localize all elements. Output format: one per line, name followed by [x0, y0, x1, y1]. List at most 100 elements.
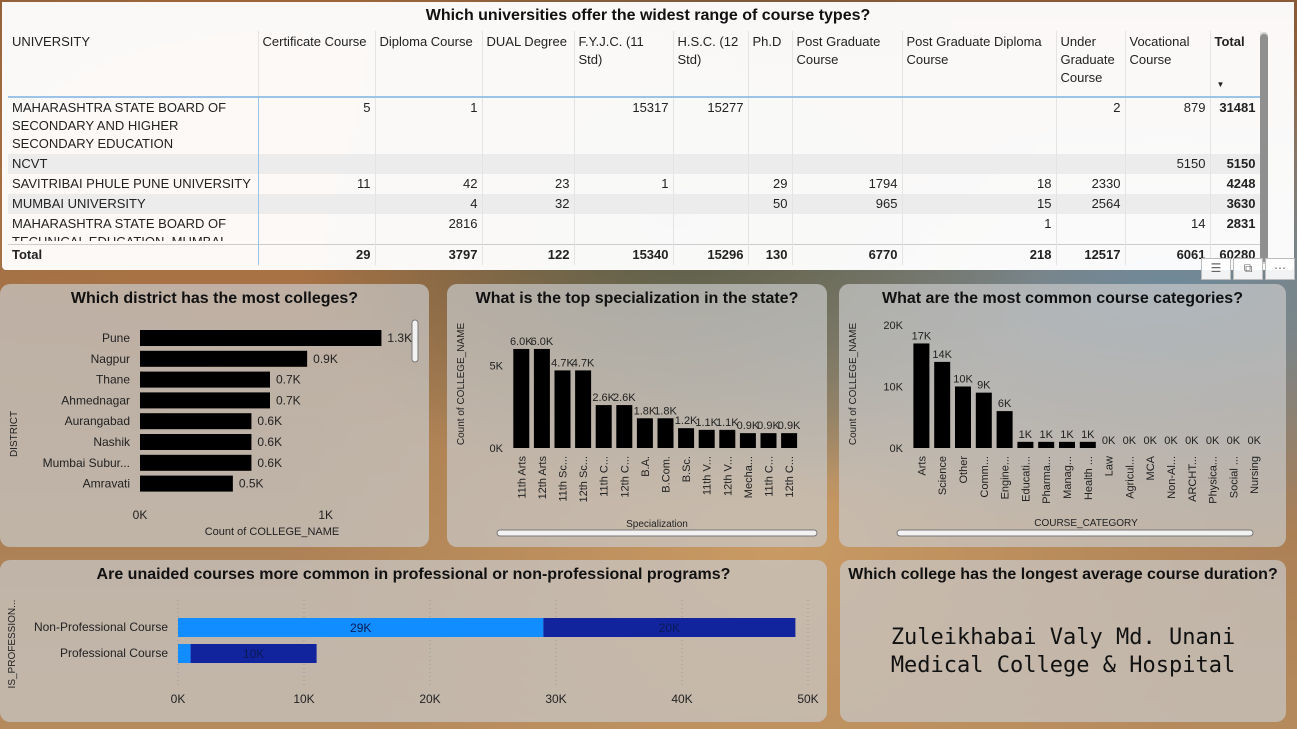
bar[interactable] — [739, 433, 756, 448]
district-chart-title: Which district has the most colleges? — [70, 290, 359, 307]
column-header[interactable]: Diploma Course — [375, 31, 483, 98]
table-cell: 1794 — [792, 174, 903, 195]
chart-scrollbar[interactable] — [896, 529, 1254, 537]
total-cell: 6770 — [792, 243, 903, 265]
bar[interactable] — [140, 392, 270, 409]
table-cell: 32 — [482, 194, 575, 215]
table-row[interactable]: SAVITRIBAI PHULE PUNE UNIVERSITY 11 42 2… — [8, 174, 1261, 195]
category-label: Agricul... — [1124, 456, 1136, 499]
chart-scrollbar[interactable] — [411, 319, 419, 363]
duration-card-title: Which college has the longest average co… — [848, 566, 1278, 583]
table-row[interactable]: NCVT 5150 5150 — [8, 154, 1261, 175]
category-label: 12th Sc... — [578, 456, 590, 502]
column-header[interactable]: H.S.C. (12 Std) — [673, 31, 749, 98]
university-cell: MAHARASHTRA STATE BOARD OF TECHNICAL EDU… — [8, 214, 259, 245]
focus-mode-icon[interactable]: ⧉ — [1233, 258, 1263, 280]
column-header[interactable]: Post Graduate Diploma Course — [902, 31, 1057, 98]
category-label: Mumbai Subur... — [43, 456, 130, 470]
data-label: 0.7K — [276, 373, 301, 387]
column-header[interactable]: Post Graduate Course — [792, 31, 903, 98]
university-cell: SAVITRIBAI PHULE PUNE UNIVERSITY — [8, 174, 259, 195]
category-label: 11th C... — [599, 456, 611, 497]
column-header[interactable]: Certificate Course — [258, 31, 376, 98]
table-cell — [482, 214, 575, 245]
category-label: Health ... — [1083, 456, 1095, 500]
x-tick-label: 50K — [797, 692, 818, 706]
bar[interactable] — [657, 418, 674, 448]
column-header[interactable]: UNIVERSITY — [8, 31, 259, 98]
duration-card-panel: Which college has the longest average co… — [840, 560, 1286, 722]
table-row[interactable]: MAHARASHTRA STATE BOARD OF SECONDARY AND… — [8, 97, 1261, 155]
bar[interactable] — [913, 343, 930, 448]
stacked-bar-segment[interactable] — [178, 644, 191, 663]
more-options-icon[interactable]: ⋯ — [1265, 258, 1295, 280]
bar[interactable] — [698, 429, 715, 448]
longest-duration-college: Zuleikhabai Valy Md. Unani Medical Colle… — [890, 625, 1236, 678]
bar[interactable] — [975, 392, 992, 448]
column-header[interactable]: Vocational Course — [1125, 31, 1211, 98]
category-label: Manag... — [1062, 456, 1074, 499]
row-total-cell: 5150 — [1210, 154, 1261, 175]
chart-scrollbar[interactable] — [496, 529, 818, 537]
bar[interactable] — [781, 433, 798, 448]
x-tick-label: 40K — [671, 692, 692, 706]
table-title: Which universities offer the widest rang… — [425, 7, 871, 24]
data-label: 0K — [1164, 435, 1178, 447]
bar[interactable] — [934, 361, 951, 448]
table-cell — [673, 174, 749, 195]
bar[interactable] — [575, 370, 592, 448]
bar[interactable] — [140, 330, 382, 346]
bar[interactable] — [1038, 441, 1055, 448]
table-cell — [375, 154, 483, 175]
data-label: 17K — [912, 330, 932, 342]
table-cell — [1056, 214, 1126, 245]
category-label: B.Sc. — [681, 456, 693, 482]
table-row[interactable]: MAHARASHTRA STATE BOARD OF TECHNICAL EDU… — [8, 214, 1261, 245]
bar[interactable] — [140, 371, 270, 388]
bar[interactable] — [719, 429, 736, 448]
table-header-row: UNIVERSITY Certificate Course Diploma Co… — [8, 31, 1261, 98]
university-cell-text: MAHARASHTRA STATE BOARD OF TECHNICAL EDU… — [12, 216, 227, 241]
sort-descending-icon[interactable]: ▼ — [1217, 76, 1225, 94]
bar[interactable] — [140, 350, 308, 367]
table-cell: 18 — [902, 174, 1057, 195]
bar[interactable] — [140, 454, 252, 471]
bar[interactable] — [678, 428, 695, 448]
bar[interactable] — [760, 433, 777, 448]
bar[interactable] — [1017, 441, 1034, 448]
bar[interactable] — [140, 413, 252, 430]
table-scrollbar[interactable] — [1260, 32, 1268, 264]
bar[interactable] — [554, 370, 571, 448]
table-cell — [1125, 194, 1211, 215]
category-label: Pune — [102, 331, 130, 345]
specialization-bar-chart: 6.0K11th Arts6.0K12th Arts4.7K11th Sc...… — [456, 323, 818, 537]
column-header[interactable]: Under Graduate Course — [1056, 31, 1126, 98]
table-cell: 5150 — [1125, 154, 1211, 175]
column-header[interactable]: DUAL Degree — [482, 31, 575, 98]
y-tick-label: 10K — [883, 382, 903, 394]
category-label: 11th V... — [702, 456, 714, 495]
bar[interactable] — [513, 348, 530, 448]
filter-icon[interactable]: ☰ — [1201, 258, 1231, 280]
column-header[interactable]: Ph.D — [748, 31, 793, 98]
bar[interactable] — [140, 434, 252, 450]
data-label: 0K — [1102, 435, 1116, 447]
category-label: Social ... — [1228, 456, 1240, 498]
bar[interactable] — [616, 405, 633, 448]
bar[interactable] — [636, 418, 653, 448]
bar[interactable] — [955, 386, 971, 449]
bar[interactable] — [996, 411, 1013, 448]
table-cell — [902, 154, 1057, 175]
column-header-total[interactable]: Total ▼ — [1210, 31, 1261, 98]
bar[interactable] — [595, 405, 612, 448]
column-header[interactable]: F.Y.J.C. (11 Std) — [574, 31, 674, 98]
table-cell: 23 — [482, 174, 575, 195]
table-scrollbar-thumb[interactable] — [1260, 34, 1268, 262]
category-label: Educati... — [1020, 456, 1032, 502]
bar[interactable] — [1059, 441, 1075, 448]
bar[interactable] — [140, 475, 233, 492]
table-row[interactable]: MUMBAI UNIVERSITY 4 32 50 965 15 2564 36… — [8, 194, 1261, 215]
data-label: 0K — [1185, 435, 1199, 447]
bar[interactable] — [1079, 441, 1096, 448]
bar[interactable] — [533, 348, 550, 448]
